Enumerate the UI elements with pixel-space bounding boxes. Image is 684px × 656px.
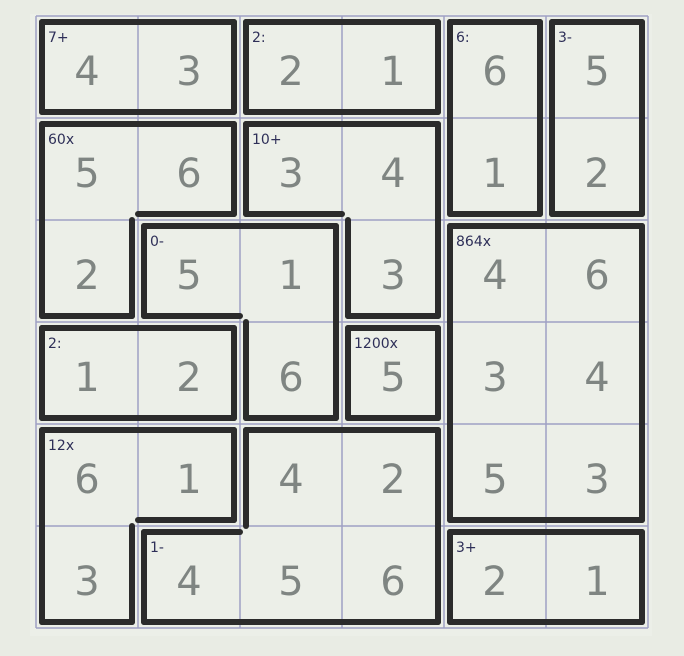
cage-clue: 2: bbox=[48, 336, 62, 352]
cell-value[interactable]: 6 bbox=[380, 559, 405, 605]
cell-value[interactable]: 1 bbox=[278, 253, 303, 299]
cell-value[interactable]: 4 bbox=[74, 49, 99, 95]
cell-value[interactable]: 3 bbox=[584, 457, 609, 503]
cell-value[interactable]: 5 bbox=[176, 253, 201, 299]
cell-value[interactable]: 1 bbox=[380, 49, 405, 95]
cage-clue: 3+ bbox=[456, 540, 477, 556]
cell-value[interactable]: 5 bbox=[584, 49, 609, 95]
cage-clue: 1200x bbox=[354, 336, 398, 352]
cell-value[interactable]: 2 bbox=[584, 151, 609, 197]
cell-value[interactable]: 5 bbox=[278, 559, 303, 605]
kenken-grid: 4 3 2 1 6 5 5 6 3 4 1 2 2 5 1 3 4 6 1 2 6 5 3 4 6 1 4 2 5 3 3 4 5 6 2 1 7+ 2… bbox=[0, 0, 684, 656]
cage-clue: 60x bbox=[48, 132, 74, 148]
cell-value[interactable]: 4 bbox=[278, 457, 303, 503]
cell-value[interactable]: 2 bbox=[380, 457, 405, 503]
cell-value[interactable]: 3 bbox=[74, 559, 99, 605]
cell-value[interactable]: 4 bbox=[584, 355, 609, 401]
cage-clue: 12x bbox=[48, 438, 74, 454]
cage-clue: 1- bbox=[150, 540, 164, 556]
cell-value[interactable]: 4 bbox=[176, 559, 201, 605]
cell-value[interactable]: 5 bbox=[380, 355, 405, 401]
cell-value[interactable]: 2 bbox=[482, 559, 507, 605]
cage-clue: 2: bbox=[252, 30, 266, 46]
cell-value[interactable]: 3 bbox=[278, 151, 303, 197]
cell-value[interactable]: 6 bbox=[482, 49, 507, 95]
cage-clue: 6: bbox=[456, 30, 470, 46]
cell-value[interactable]: 1 bbox=[176, 457, 201, 503]
cage-clue: 7+ bbox=[48, 30, 69, 46]
cage-clue: 3- bbox=[558, 30, 572, 46]
cage-clue: 0- bbox=[150, 234, 164, 250]
cell-value[interactable]: 4 bbox=[482, 253, 507, 299]
cage-clue: 10+ bbox=[252, 132, 282, 148]
cell-value[interactable]: 1 bbox=[482, 151, 507, 197]
cell-value[interactable]: 6 bbox=[278, 355, 303, 401]
cell-value[interactable]: 3 bbox=[482, 355, 507, 401]
cell-value[interactable]: 2 bbox=[176, 355, 201, 401]
cell-value[interactable]: 1 bbox=[74, 355, 99, 401]
cage-clue: 864x bbox=[456, 234, 491, 250]
cell-value[interactable]: 3 bbox=[176, 49, 201, 95]
cell-value[interactable]: 6 bbox=[584, 253, 609, 299]
cell-value[interactable]: 5 bbox=[482, 457, 507, 503]
cell-value[interactable]: 1 bbox=[584, 559, 609, 605]
cell-value[interactable]: 3 bbox=[380, 253, 405, 299]
cell-value[interactable]: 5 bbox=[74, 151, 99, 197]
cell-value[interactable]: 4 bbox=[380, 151, 405, 197]
cell-value[interactable]: 6 bbox=[74, 457, 99, 503]
cell-value[interactable]: 6 bbox=[176, 151, 201, 197]
cell-value[interactable]: 2 bbox=[74, 253, 99, 299]
cell-value[interactable]: 2 bbox=[278, 49, 303, 95]
